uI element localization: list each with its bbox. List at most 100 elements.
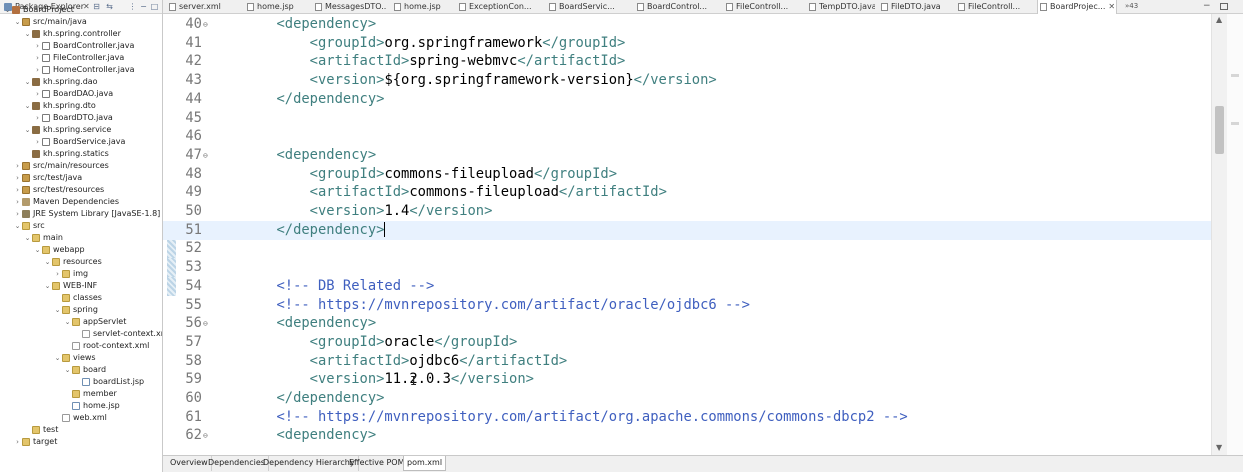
tree-item[interactable]: › BoardDAO.java xyxy=(0,88,162,100)
tree-item[interactable]: kh.spring.statics xyxy=(0,148,162,160)
scroll-up-icon[interactable]: ▲ xyxy=(1216,15,1222,24)
code-text[interactable]: <version>11.2.0.3</version> xyxy=(210,370,534,389)
collapsed-arrow-icon[interactable]: › xyxy=(14,208,21,220)
scroll-down-icon[interactable]: ▼ xyxy=(1216,443,1222,452)
tree-item[interactable]: ⌄ webapp xyxy=(0,244,162,256)
code-text[interactable]: <version>${org.springframework-version}<… xyxy=(210,71,717,90)
collapsed-arrow-icon[interactable]: › xyxy=(14,196,21,208)
fold-toggle-icon[interactable]: ⊖ xyxy=(203,146,208,165)
editor-tab[interactable]: MessagesDTO.... xyxy=(313,0,387,14)
code-text[interactable]: <groupId>commons-fileupload</groupId> xyxy=(210,165,617,184)
tree-item[interactable]: › src/test/resources xyxy=(0,184,162,196)
expanded-arrow-icon[interactable]: ⌄ xyxy=(24,76,31,88)
collapsed-arrow-icon[interactable]: › xyxy=(34,52,41,64)
code-line[interactable]: 51 </dependency> xyxy=(163,220,1213,240)
code-line[interactable]: 48 <groupId>commons-fileupload</groupId> xyxy=(163,165,1213,184)
collapsed-arrow-icon[interactable]: › xyxy=(54,268,61,280)
collapsed-arrow-icon[interactable]: › xyxy=(34,136,41,148)
collapsed-arrow-icon[interactable]: › xyxy=(34,112,41,124)
tree-item[interactable]: › FileController.java xyxy=(0,52,162,64)
code-line[interactable]: 40 ⊖ <dependency> xyxy=(163,15,1213,34)
code-line[interactable]: 46 xyxy=(163,127,1213,146)
tree-item[interactable]: ⌄ BoardProject xyxy=(0,4,162,16)
tree-item[interactable]: ⌄ WEB-INF xyxy=(0,280,162,292)
collapsed-arrow-icon[interactable]: › xyxy=(14,172,21,184)
tree-item[interactable]: ⌄ kh.spring.dao xyxy=(0,76,162,88)
expanded-arrow-icon[interactable]: ⌄ xyxy=(24,28,31,40)
code-line[interactable]: 61 <!-- https://mvnrepository.com/artifa… xyxy=(163,408,1213,427)
tree-item[interactable]: ⌄ spring xyxy=(0,304,162,316)
editor-tab[interactable]: FileControll... xyxy=(956,0,1032,14)
code-line[interactable]: 44 </dependency> xyxy=(163,90,1213,109)
tree-item[interactable]: ⌄ resources xyxy=(0,256,162,268)
editor-tab[interactable]: FileControll... xyxy=(724,0,802,14)
tree-item[interactable]: ⌄ kh.spring.dto xyxy=(0,100,162,112)
tree-item[interactable]: ⌄ src xyxy=(0,220,162,232)
code-text[interactable]: <dependency> xyxy=(210,314,376,333)
tree-item[interactable]: › BoardController.java xyxy=(0,40,162,52)
code-text[interactable]: <dependency> xyxy=(210,15,376,34)
expanded-arrow-icon[interactable]: ⌄ xyxy=(34,244,41,256)
tree-item[interactable]: › HomeController.java xyxy=(0,64,162,76)
code-text[interactable]: <artifactId>spring-webmvc</artifactId> xyxy=(210,52,626,71)
code-line[interactable]: 57 <groupId>oracle</groupId> xyxy=(163,333,1213,352)
pom-tab-dependency-hierarchy[interactable]: Dependency Hierarchy xyxy=(260,456,359,471)
tree-item[interactable]: › img xyxy=(0,268,162,280)
code-line[interactable]: 60 </dependency> xyxy=(163,389,1213,408)
tab-overflow-indicator[interactable]: »43 xyxy=(1125,0,1138,14)
editor-tab[interactable]: FileDTO.java xyxy=(879,0,951,14)
tree-item[interactable]: ⌄ appServlet xyxy=(0,316,162,328)
close-icon[interactable]: ✕ xyxy=(1108,2,1115,11)
xml-editor[interactable]: 40 ⊖ <dependency> 41 <groupId>org.springfr… xyxy=(163,14,1243,455)
tree-item[interactable]: test xyxy=(0,424,162,436)
pom-tab-pom-xml[interactable]: pom.xml xyxy=(403,456,447,471)
code-text[interactable]: <!-- DB Related --> xyxy=(210,277,434,296)
code-text[interactable]: <artifactId>ojdbc6</artifactId> xyxy=(210,352,568,371)
code-line[interactable]: 55 <!-- https://mvnrepository.com/artifa… xyxy=(163,296,1213,315)
expanded-arrow-icon[interactable]: ⌄ xyxy=(24,100,31,112)
tree-item[interactable]: ⌄ views xyxy=(0,352,162,364)
tree-item[interactable]: ⌄ kh.spring.controller xyxy=(0,28,162,40)
code-text[interactable]: <groupId>oracle</groupId> xyxy=(210,333,518,352)
code-line[interactable]: 54 <!-- DB Related --> xyxy=(163,277,1213,296)
tree-item[interactable]: ⌄ src/main/java xyxy=(0,16,162,28)
tree-item[interactable]: › Maven Dependencies xyxy=(0,196,162,208)
expanded-arrow-icon[interactable]: ⌄ xyxy=(14,220,21,232)
expanded-arrow-icon[interactable]: ⌄ xyxy=(54,304,61,316)
expanded-arrow-icon[interactable]: ⌄ xyxy=(54,352,61,364)
code-line[interactable]: 59 <version>11.2.0.3</version> I xyxy=(163,370,1213,389)
code-line[interactable]: 47 ⊖ <dependency> xyxy=(163,146,1213,165)
tree-item[interactable]: › JRE System Library [JavaSE-1.8] xyxy=(0,208,162,220)
code-text[interactable]: </dependency> xyxy=(210,221,386,240)
code-text[interactable]: <groupId>org.springframework</groupId> xyxy=(210,34,626,53)
editor-tab[interactable]: home.jsp xyxy=(392,0,452,14)
collapsed-arrow-icon[interactable]: › xyxy=(34,40,41,52)
tree-item[interactable]: › src/main/resources xyxy=(0,160,162,172)
fold-toggle-icon[interactable]: ⊖ xyxy=(203,426,208,445)
code-text[interactable]: <!-- https://mvnrepository.com/artifact/… xyxy=(210,408,907,427)
tree-item[interactable]: member xyxy=(0,388,162,400)
editor-tab[interactable]: BoardProjec... ✕ xyxy=(1037,0,1117,14)
overview-mark[interactable] xyxy=(1231,74,1239,77)
editor-tab[interactable]: TempDTO.java xyxy=(807,0,875,14)
overview-mark[interactable] xyxy=(1231,122,1239,125)
tree-item[interactable]: › BoardService.java xyxy=(0,136,162,148)
expanded-arrow-icon[interactable]: ⌄ xyxy=(44,256,51,268)
collapsed-arrow-icon[interactable]: › xyxy=(34,64,41,76)
tree-item[interactable]: › target xyxy=(0,436,162,448)
tree-item[interactable]: ⌄ kh.spring.service xyxy=(0,124,162,136)
minimize-icon[interactable]: − xyxy=(1203,0,1211,12)
editor-tab[interactable]: home.jsp xyxy=(245,0,307,14)
code-line[interactable]: 42 <artifactId>spring-webmvc</artifactId… xyxy=(163,52,1213,71)
expanded-arrow-icon[interactable]: ⌄ xyxy=(64,364,71,376)
tree-item[interactable]: root-context.xml xyxy=(0,340,162,352)
code-text[interactable]: </dependency> xyxy=(210,90,384,109)
code-line[interactable]: 58 <artifactId>ojdbc6</artifactId> xyxy=(163,352,1213,371)
code-line[interactable]: 43 <version>${org.springframework-versio… xyxy=(163,71,1213,90)
tree-item[interactable]: ⌄ board xyxy=(0,364,162,376)
code-text[interactable]: <dependency> xyxy=(210,426,376,445)
code-line[interactable]: 53 xyxy=(163,258,1213,277)
code-text[interactable]: <!-- https://mvnrepository.com/artifact/… xyxy=(210,296,749,315)
expanded-arrow-icon[interactable]: ⌄ xyxy=(14,16,21,28)
collapsed-arrow-icon[interactable]: › xyxy=(34,88,41,100)
